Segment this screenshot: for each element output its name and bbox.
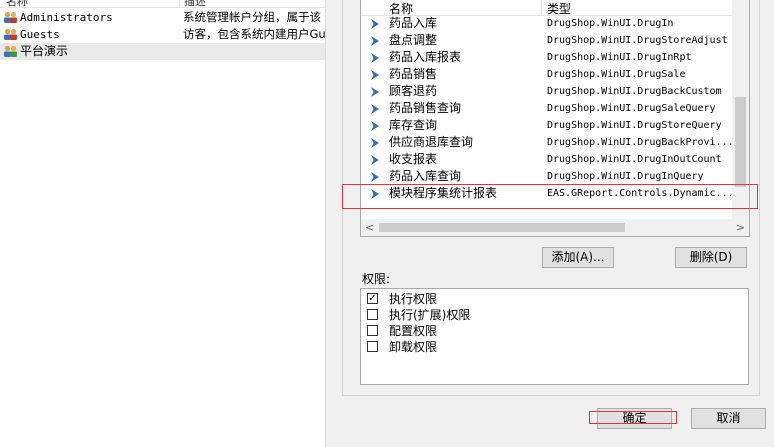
permission-label: 执行(扩展)权限: [389, 308, 471, 322]
group-description: 系统管理帐户分组，属于该: [183, 10, 321, 24]
user-group-list: 名称 描述 Administrators 系统管理帐户分组，属于该 Guests…: [0, 0, 325, 447]
user-group-icon: [4, 45, 17, 57]
module-name: 药品入库查询: [389, 169, 462, 183]
module-name: 供应商退库查询: [389, 135, 474, 149]
module-row[interactable]: 药品入库查询 DrugShop.WinUI.DrugInQuery: [361, 168, 733, 185]
module-type: DrugShop.WinUI.DrugInQuery: [547, 171, 704, 182]
scrollbar-thumb[interactable]: [735, 97, 746, 187]
permissions-label: 权限:: [362, 272, 391, 286]
module-list-header: 名称 类型: [361, 0, 733, 16]
module-row[interactable]: 收支报表 DrugShop.WinUI.DrugInOutCount: [361, 151, 733, 168]
scroll-right-icon[interactable]: >: [732, 219, 749, 236]
add-button[interactable]: 添加(A)...: [542, 247, 614, 268]
module-type: DrugShop.WinUI.DrugSale: [547, 69, 686, 80]
group-name: 平台演示: [20, 44, 69, 58]
module-name: 药品入库: [389, 16, 438, 30]
module-type: DrugShop.WinUI.DrugBackCustom: [547, 86, 722, 97]
module-row[interactable]: 药品销售 DrugShop.WinUI.DrugSale: [361, 66, 733, 83]
checkbox[interactable]: [367, 341, 378, 352]
module-name: 药品销售: [389, 67, 438, 81]
module-row[interactable]: 药品入库报表 DrugShop.WinUI.DrugInRpt: [361, 49, 733, 66]
module-row[interactable]: 药品入库 DrugShop.WinUI.DrugIn: [361, 15, 733, 32]
checkbox[interactable]: [367, 309, 378, 320]
checkbox[interactable]: [367, 325, 378, 336]
permission-label: 执行权限: [389, 292, 438, 306]
module-arrow-icon: [371, 138, 379, 148]
app-window: 名称 描述 Administrators 系统管理帐户分组，属于该 Guests…: [0, 0, 774, 447]
module-row[interactable]: 库存查询 DrugShop.WinUI.DrugStoreQuery: [361, 117, 733, 134]
module-type: DrugShop.WinUI.DrugStoreQuery: [547, 120, 722, 131]
module-name: 顾客退药: [389, 84, 438, 98]
module-arrow-icon: [371, 19, 379, 29]
module-name: 库存查询: [389, 118, 438, 132]
module-arrow-icon: [371, 121, 379, 131]
module-name: 药品销售查询: [389, 101, 462, 115]
permission-label: 卸载权限: [389, 340, 438, 354]
module-row[interactable]: 顾客退药 DrugShop.WinUI.DrugBackCustom: [361, 83, 733, 100]
module-permission-dialog: 名称 类型 药品入库 DrugShop.WinUI.DrugIn 盘点调整 DrugS…: [325, 0, 774, 447]
highlight-ok-button: [589, 411, 677, 424]
user-group-icon: [4, 28, 17, 40]
module-name: 药品入库报表: [389, 50, 462, 64]
group-description: 访客，包含系统内建用户Gu: [183, 27, 325, 41]
module-row[interactable]: 供应商退库查询 DrugShop.WinUI.DrugBackProvi...: [361, 134, 734, 151]
group-list-header: 名称 描述: [0, 0, 325, 8]
module-row[interactable]: 盘点调整 DrugShop.WinUI.DrugStoreAdjust: [361, 32, 733, 49]
module-type: DrugShop.WinUI.DrugInRpt: [547, 52, 692, 63]
module-type: DrugShop.WinUI.DrugInOutCount: [547, 154, 722, 165]
group-name: Guests: [20, 28, 60, 41]
group-row-administrators[interactable]: Administrators 系统管理帐户分组，属于该: [0, 9, 325, 26]
module-type: DrugShop.WinUI.DrugStoreAdjust: [547, 35, 728, 46]
horizontal-scrollbar[interactable]: < >: [361, 219, 749, 236]
scroll-left-icon[interactable]: <: [361, 219, 378, 236]
module-arrow-icon: [371, 172, 379, 182]
module-arrow-icon: [371, 155, 379, 165]
module-arrow-icon: [371, 87, 379, 97]
highlight-selected-module: [342, 184, 758, 209]
module-row[interactable]: 药品销售查询 DrugShop.WinUI.DrugSaleQuery: [361, 100, 733, 117]
delete-button[interactable]: 删除(D): [675, 247, 747, 268]
user-group-icon: [4, 11, 17, 23]
group-row-platform-demo[interactable]: 平台演示: [0, 43, 325, 60]
module-type: DrugShop.WinUI.DrugBackProvi...: [547, 137, 734, 148]
permission-label: 配置权限: [389, 324, 438, 338]
checkbox[interactable]: ✓: [367, 293, 378, 304]
module-type: DrugShop.WinUI.DrugIn: [547, 18, 674, 29]
cancel-button[interactable]: 取消: [691, 408, 766, 429]
module-type: DrugShop.WinUI.DrugSaleQuery: [547, 103, 716, 114]
module-name: 收支报表: [389, 152, 438, 166]
scrollbar-thumb[interactable]: [379, 223, 625, 232]
module-arrow-icon: [371, 53, 379, 63]
group-name: Administrators: [20, 11, 113, 24]
header-description[interactable]: 描述: [184, 0, 206, 9]
module-name: 盘点调整: [389, 33, 438, 47]
header-name[interactable]: 名称: [6, 0, 28, 9]
module-arrow-icon: [371, 104, 379, 114]
module-arrow-icon: [371, 36, 379, 46]
group-row-guests[interactable]: Guests 访客，包含系统内建用户Gu: [0, 26, 325, 43]
permissions-list[interactable]: ✓ 执行权限 执行(扩展)权限 配置权限 卸载权限: [360, 288, 749, 385]
module-arrow-icon: [371, 70, 379, 80]
